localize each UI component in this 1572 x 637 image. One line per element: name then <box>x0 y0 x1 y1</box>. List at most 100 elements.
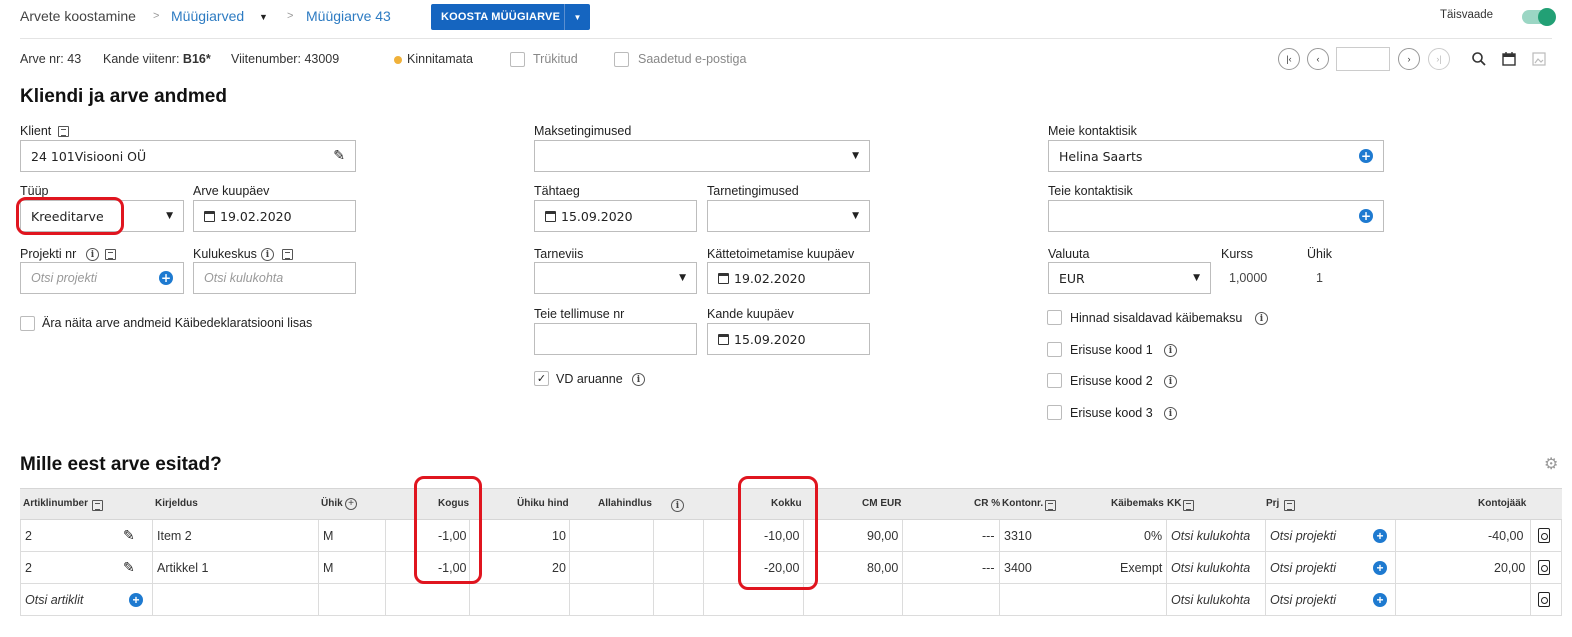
list-icon[interactable] <box>1284 500 1295 511</box>
cell-unit[interactable]: M <box>323 529 333 543</box>
record-number-input[interactable] <box>1336 47 1390 71</box>
document-search-icon[interactable] <box>1538 592 1550 607</box>
col-unit-price[interactable]: Ühiku hind <box>517 498 569 509</box>
list-icon[interactable] <box>1045 500 1056 511</box>
col-discount[interactable]: Allahindlus <box>598 498 652 509</box>
add-icon[interactable]: + <box>1359 209 1373 223</box>
cell-vat[interactable]: 0% <box>1144 529 1162 543</box>
cell-project[interactable]: Otsi projekti <box>1270 561 1336 575</box>
info-icon[interactable]: i <box>261 248 274 261</box>
info-icon[interactable]: i <box>1164 375 1177 388</box>
cell-description[interactable]: Item 2 <box>157 529 192 543</box>
project-search-input[interactable]: Otsi projekti + <box>20 262 184 294</box>
col-account[interactable]: Kontonr. <box>1002 498 1043 509</box>
create-invoice-menu-button[interactable]: ▼ <box>564 4 590 30</box>
info-icon[interactable]: i <box>86 248 99 261</box>
list-icon[interactable] <box>92 500 103 511</box>
list-icon[interactable] <box>1183 500 1194 511</box>
cell-project[interactable]: Otsi projekti <box>1270 593 1336 607</box>
vd-report-checkbox[interactable]: ✓ <box>534 371 549 386</box>
hide-vat-checkbox[interactable] <box>20 316 35 331</box>
edit-icon[interactable]: ✎ <box>123 527 135 544</box>
breadcrumb-root[interactable]: Arvete koostamine <box>20 8 136 24</box>
list-icon[interactable] <box>105 249 116 260</box>
payment-terms-select[interactable]: ▼ <box>534 140 870 172</box>
calendar-icon[interactable] <box>1500 50 1518 68</box>
cell-description[interactable]: Artikkel 1 <box>157 561 208 575</box>
cell-account[interactable]: 3400 <box>1004 561 1032 575</box>
gear-icon[interactable]: ⚙ <box>1544 454 1558 474</box>
your-order-input[interactable] <box>534 323 697 355</box>
edit-icon[interactable]: ✎ <box>123 559 135 576</box>
add-icon[interactable]: + <box>1373 593 1387 607</box>
col-unit[interactable]: Ühik <box>321 498 343 509</box>
cell-cost-center[interactable]: Otsi kulukohta <box>1171 593 1250 607</box>
add-column-icon[interactable]: + <box>345 498 357 510</box>
chevron-down-icon: ▼ <box>679 273 686 283</box>
col-description[interactable]: Kirjeldus <box>155 498 198 509</box>
list-icon[interactable] <box>58 126 69 137</box>
col-cm-eur[interactable]: CM EUR <box>862 498 901 509</box>
invoice-date-value: 19.02.2020 <box>220 208 292 224</box>
next-record-icon[interactable]: › <box>1398 48 1420 70</box>
cell-article[interactable]: 2 <box>25 561 32 575</box>
col-kk[interactable]: KK <box>1167 498 1181 509</box>
add-icon[interactable]: + <box>1373 529 1387 543</box>
fullscreen-toggle[interactable] <box>1522 8 1556 26</box>
currency-select[interactable]: EUR ▼ <box>1048 262 1211 294</box>
special-code-2-checkbox[interactable] <box>1047 373 1062 388</box>
col-prj[interactable]: Prj <box>1266 498 1279 509</box>
special-code-3-checkbox[interactable] <box>1047 405 1062 420</box>
create-invoice-button[interactable]: KOOSTA MÜÜGIARVE <box>431 4 571 30</box>
client-field[interactable]: 24 101Visiooni OÜ ✎ <box>20 140 356 172</box>
cell-cr-pct: --- <box>982 529 995 543</box>
breadcrumb-sales-invoices[interactable]: Müügiarved <box>171 8 244 24</box>
cell-account[interactable]: 3310 <box>1004 529 1032 543</box>
col-vat[interactable]: Käibemaks <box>1111 498 1164 509</box>
delivery-method-select[interactable]: ▼ <box>534 262 697 294</box>
col-balance[interactable]: Kontojääk <box>1478 498 1526 509</box>
cell-unit-price[interactable]: 10 <box>552 529 566 543</box>
col-article[interactable]: Artiklinumber <box>23 498 88 509</box>
previous-record-icon[interactable]: ‹ <box>1307 48 1329 70</box>
cell-unit-price[interactable]: 20 <box>552 561 566 575</box>
edit-icon[interactable]: ✎ <box>333 148 345 164</box>
cell-vat[interactable]: Exempt <box>1120 561 1162 575</box>
info-icon[interactable]: i <box>632 373 645 386</box>
cost-center-search-input[interactable]: Otsi kulukohta <box>193 262 356 294</box>
info-icon[interactable]: i <box>671 499 684 512</box>
cell-unit[interactable]: M <box>323 561 333 575</box>
article-search-input[interactable]: Otsi artiklit <box>25 593 83 607</box>
add-icon[interactable]: + <box>159 271 173 285</box>
breadcrumb-current-invoice[interactable]: Müügiarve 43 <box>306 8 391 24</box>
add-icon[interactable]: + <box>129 593 143 607</box>
delivery-terms-select[interactable]: ▼ <box>707 200 870 232</box>
document-search-icon[interactable] <box>1538 560 1550 575</box>
cell-cost-center[interactable]: Otsi kulukohta <box>1171 529 1250 543</box>
cell-article[interactable]: 2 <box>25 529 32 543</box>
cell-cost-center[interactable]: Otsi kulukohta <box>1171 561 1250 575</box>
last-record-icon[interactable]: ›| <box>1428 48 1450 70</box>
delivery-date-field[interactable]: 19.02.2020 <box>707 262 870 294</box>
project-placeholder: Otsi projekti <box>31 271 97 285</box>
search-icon[interactable] <box>1470 50 1488 68</box>
due-date-field[interactable]: 15.09.2020 <box>534 200 697 232</box>
your-contact-field[interactable]: + <box>1048 200 1384 232</box>
info-icon[interactable]: i <box>1164 407 1177 420</box>
document-search-icon[interactable] <box>1538 528 1550 543</box>
our-contact-field[interactable]: Helina Saarts + <box>1048 140 1384 172</box>
info-icon[interactable]: i <box>1164 344 1177 357</box>
invoice-date-field[interactable]: 19.02.2020 <box>193 200 356 232</box>
first-record-icon[interactable]: |‹ <box>1278 48 1300 70</box>
prices-incl-vat-checkbox[interactable] <box>1047 310 1062 325</box>
info-icon[interactable]: i <box>1255 312 1268 325</box>
breadcrumb-dropdown-icon[interactable]: ▼ <box>259 12 268 22</box>
add-icon[interactable]: + <box>1359 149 1373 163</box>
add-icon[interactable]: + <box>1373 561 1387 575</box>
entry-date-field[interactable]: 15.09.2020 <box>707 323 870 355</box>
special-code-1-checkbox[interactable] <box>1047 342 1062 357</box>
list-icon[interactable] <box>282 249 293 260</box>
cell-balance: -40,00 <box>1488 529 1524 543</box>
col-cr-pct[interactable]: CR % <box>974 498 1000 509</box>
cell-project[interactable]: Otsi projekti <box>1270 529 1336 543</box>
